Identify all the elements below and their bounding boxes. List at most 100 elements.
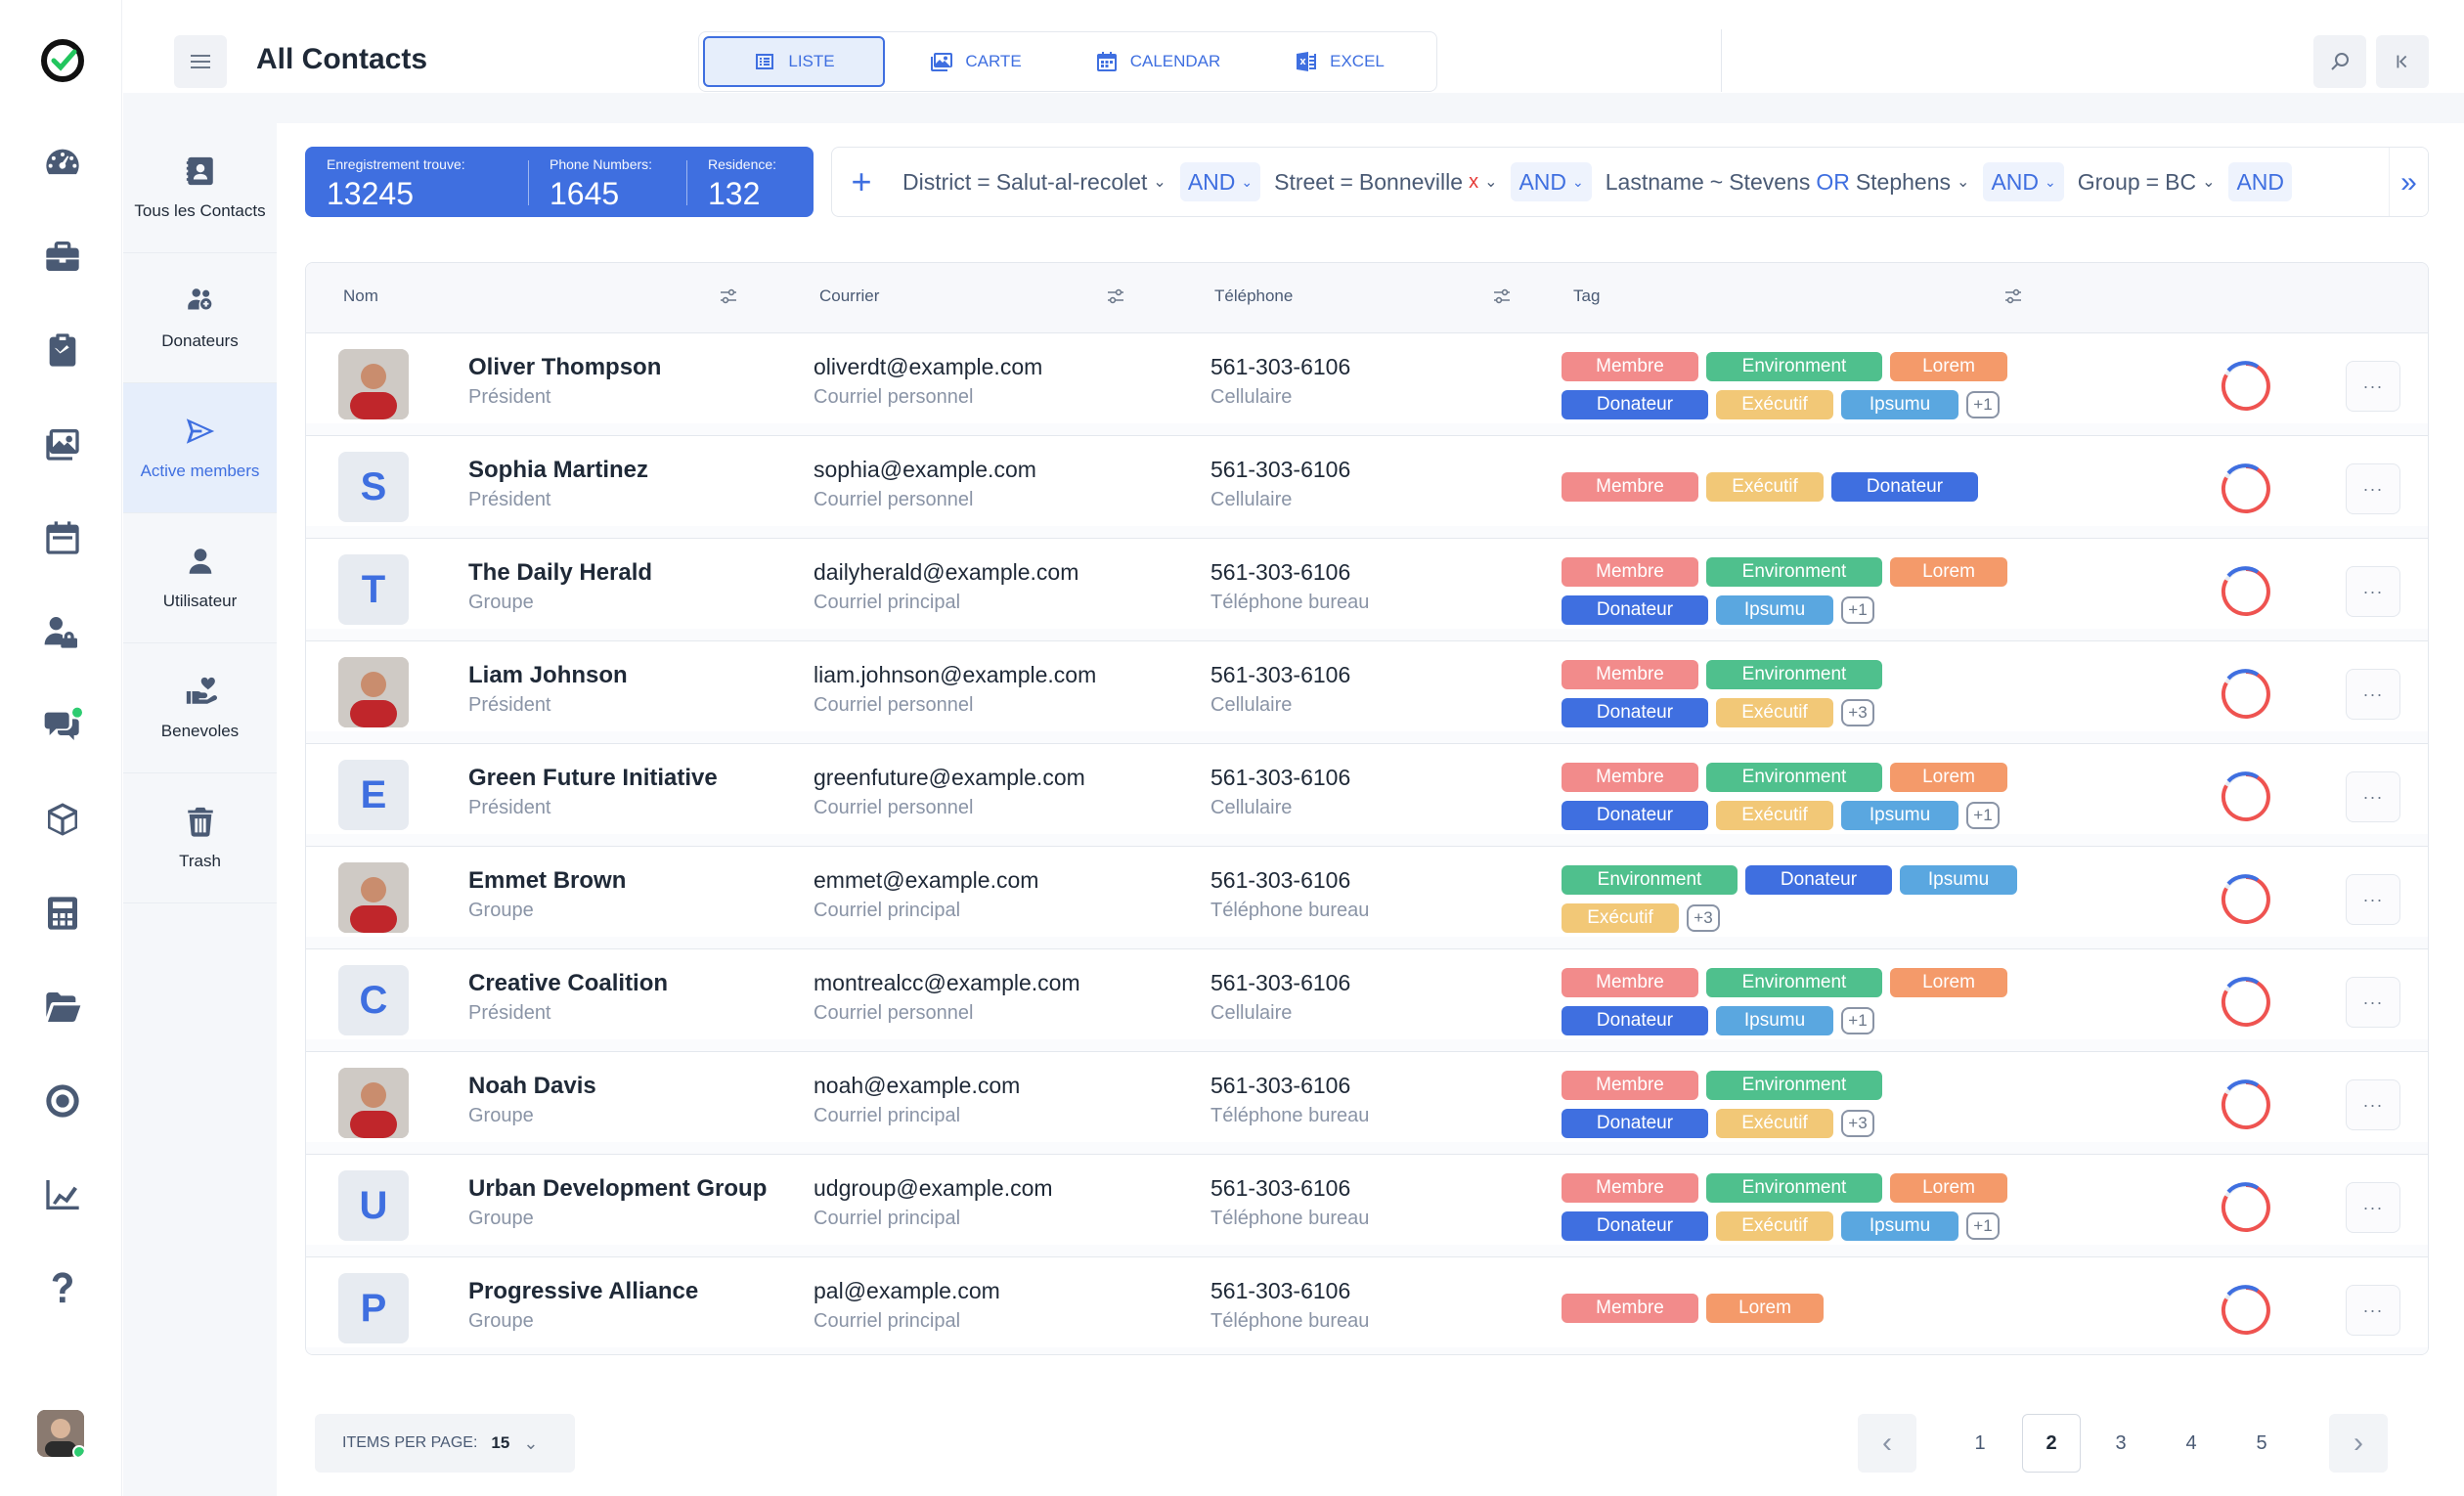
- add-filter-button[interactable]: +: [844, 164, 879, 199]
- row-actions-button[interactable]: ···: [2346, 771, 2400, 822]
- contact-phone[interactable]: 561-303-6106: [1210, 970, 1350, 996]
- briefcase-icon[interactable]: [39, 233, 86, 280]
- chart-icon[interactable]: [39, 1171, 86, 1218]
- target-icon[interactable]: [39, 1078, 86, 1124]
- tab-excel[interactable]: EXCEL: [1249, 36, 1430, 87]
- contact-phone[interactable]: 561-303-6106: [1210, 1073, 1350, 1099]
- table-row[interactable]: Emmet Brown Groupe emmet@example.com Courri…: [306, 847, 2428, 949]
- tag-badge[interactable]: Exécutif: [1716, 698, 1833, 727]
- table-row[interactable]: Liam Johnson Président liam.johnson@exampl…: [306, 641, 2428, 744]
- filter-and-operator[interactable]: AND ⌄: [1511, 162, 1592, 201]
- calendar-icon[interactable]: [39, 514, 86, 561]
- more-tags-badge[interactable]: +3: [1841, 1110, 1874, 1137]
- contact-email[interactable]: pal@example.com: [814, 1278, 1000, 1304]
- column-filter-icon[interactable]: [1492, 286, 1512, 306]
- row-actions-button[interactable]: ···: [2346, 463, 2400, 514]
- row-actions-button[interactable]: ···: [2346, 1285, 2400, 1336]
- tag-badge[interactable]: Donateur: [1562, 1211, 1708, 1241]
- tag-badge[interactable]: Environment: [1706, 1071, 1882, 1100]
- table-row[interactable]: Noah Davis Groupe noah@example.com Courriel…: [306, 1052, 2428, 1155]
- box-icon[interactable]: [39, 796, 86, 843]
- filter-street[interactable]: Street = Bonneville x ⌄: [1264, 160, 1507, 203]
- tag-badge[interactable]: Exécutif: [1716, 1211, 1833, 1241]
- tag-badge[interactable]: Lorem: [1890, 1173, 2007, 1203]
- column-filter-icon[interactable]: [2003, 286, 2023, 306]
- subnav-utilisateur[interactable]: Utilisateur: [123, 513, 277, 643]
- tag-badge[interactable]: Environment: [1706, 352, 1882, 381]
- filter-district[interactable]: District = Salut-al-recolet ⌄: [893, 160, 1176, 203]
- subnav-benevoles[interactable]: Benevoles: [123, 643, 277, 773]
- filter-lastname[interactable]: Lastname ~ Stevens OR Stephens ⌄: [1596, 160, 1980, 203]
- table-row[interactable]: S Sophia Martinez Président sophia@example.…: [306, 436, 2428, 539]
- tag-badge[interactable]: Membre: [1562, 1173, 1698, 1203]
- tag-badge[interactable]: Exécutif: [1706, 472, 1824, 502]
- contact-phone[interactable]: 561-303-6106: [1210, 867, 1350, 894]
- tag-badge[interactable]: Donateur: [1562, 801, 1708, 830]
- tag-badge[interactable]: Environment: [1706, 763, 1882, 792]
- filter-and-operator[interactable]: AND ⌄: [1179, 162, 1261, 201]
- subnav-donateurs[interactable]: Donateurs: [123, 253, 277, 383]
- scroll-filters-right-button[interactable]: »: [2389, 148, 2428, 216]
- dashboard-icon[interactable]: [39, 139, 86, 186]
- tag-badge[interactable]: Donateur: [1831, 472, 1978, 502]
- contact-phone[interactable]: 561-303-6106: [1210, 1175, 1350, 1202]
- tag-badge[interactable]: Membre: [1562, 1071, 1698, 1100]
- tag-badge[interactable]: Donateur: [1562, 390, 1708, 419]
- table-row[interactable]: T The Daily Herald Groupe dailyherald@examp…: [306, 539, 2428, 641]
- tag-badge[interactable]: Environment: [1706, 968, 1882, 997]
- filter-and-operator[interactable]: AND ⌄: [1983, 162, 2064, 201]
- column-header-name[interactable]: Nom: [343, 286, 378, 306]
- tag-badge[interactable]: Membre: [1562, 472, 1698, 502]
- column-header-tag[interactable]: Tag: [1573, 286, 1600, 306]
- folder-open-icon[interactable]: [39, 984, 86, 1031]
- page-3[interactable]: 3: [2096, 1414, 2145, 1473]
- tag-badge[interactable]: Membre: [1562, 763, 1698, 792]
- contact-name[interactable]: Noah Davis: [468, 1073, 596, 1100]
- calculator-icon[interactable]: [39, 890, 86, 937]
- table-row[interactable]: Oliver Thompson Président oliverdt@example…: [306, 333, 2428, 436]
- more-tags-badge[interactable]: +3: [1841, 699, 1874, 726]
- tag-badge[interactable]: Ipsumu: [1716, 1006, 1833, 1035]
- contact-name[interactable]: Urban Development Group: [468, 1175, 767, 1203]
- tag-badge[interactable]: Membre: [1562, 352, 1698, 381]
- row-actions-button[interactable]: ···: [2346, 566, 2400, 617]
- tab-liste[interactable]: LISTE: [703, 36, 885, 87]
- contact-email[interactable]: greenfuture@example.com: [814, 765, 1085, 791]
- column-header-email[interactable]: Courrier: [819, 286, 879, 306]
- row-actions-button[interactable]: ···: [2346, 669, 2400, 720]
- contact-phone[interactable]: 561-303-6106: [1210, 559, 1350, 586]
- subnav-tous-les-contacts[interactable]: Tous les Contacts: [123, 123, 277, 253]
- tag-badge[interactable]: Membre: [1562, 968, 1698, 997]
- tag-badge[interactable]: Environment: [1706, 557, 1882, 587]
- row-actions-button[interactable]: ···: [2346, 1079, 2400, 1130]
- filter-and-operator[interactable]: AND: [2228, 162, 2293, 201]
- more-tags-badge[interactable]: +1: [1841, 596, 1874, 624]
- contact-email[interactable]: dailyherald@example.com: [814, 559, 1078, 586]
- column-filter-icon[interactable]: [719, 286, 738, 306]
- row-actions-button[interactable]: ···: [2346, 361, 2400, 412]
- tag-badge[interactable]: Exécutif: [1562, 903, 1679, 933]
- tag-badge[interactable]: Ipsumu: [1841, 801, 1958, 830]
- tag-badge[interactable]: Ipsumu: [1716, 595, 1833, 625]
- tag-badge[interactable]: Lorem: [1706, 1294, 1824, 1323]
- remove-filter-icon[interactable]: x: [1469, 171, 1478, 194]
- table-row[interactable]: U Urban Development Group Groupe udgroup@ex…: [306, 1155, 2428, 1257]
- tag-badge[interactable]: Ipsumu: [1900, 865, 2017, 895]
- prev-page-button[interactable]: ‹: [1858, 1414, 1916, 1473]
- tag-badge[interactable]: Membre: [1562, 660, 1698, 689]
- more-tags-badge[interactable]: +1: [1966, 391, 2000, 418]
- tag-badge[interactable]: Ipsumu: [1841, 390, 1958, 419]
- tag-badge[interactable]: Lorem: [1890, 968, 2007, 997]
- more-tags-badge[interactable]: +3: [1687, 904, 1720, 932]
- user-avatar[interactable]: [37, 1410, 84, 1457]
- contact-name[interactable]: Liam Johnson: [468, 662, 628, 689]
- page-1[interactable]: 1: [1956, 1414, 2004, 1473]
- tag-badge[interactable]: Membre: [1562, 557, 1698, 587]
- contact-name[interactable]: Sophia Martinez: [468, 457, 648, 484]
- clipboard-check-icon[interactable]: [39, 327, 86, 374]
- images-icon[interactable]: [39, 420, 86, 467]
- contact-phone[interactable]: 561-303-6106: [1210, 457, 1350, 483]
- table-row[interactable]: E Green Future Initiative Président greenfu…: [306, 744, 2428, 847]
- contact-email[interactable]: sophia@example.com: [814, 457, 1036, 483]
- subnav-active-members[interactable]: Active members: [123, 383, 277, 513]
